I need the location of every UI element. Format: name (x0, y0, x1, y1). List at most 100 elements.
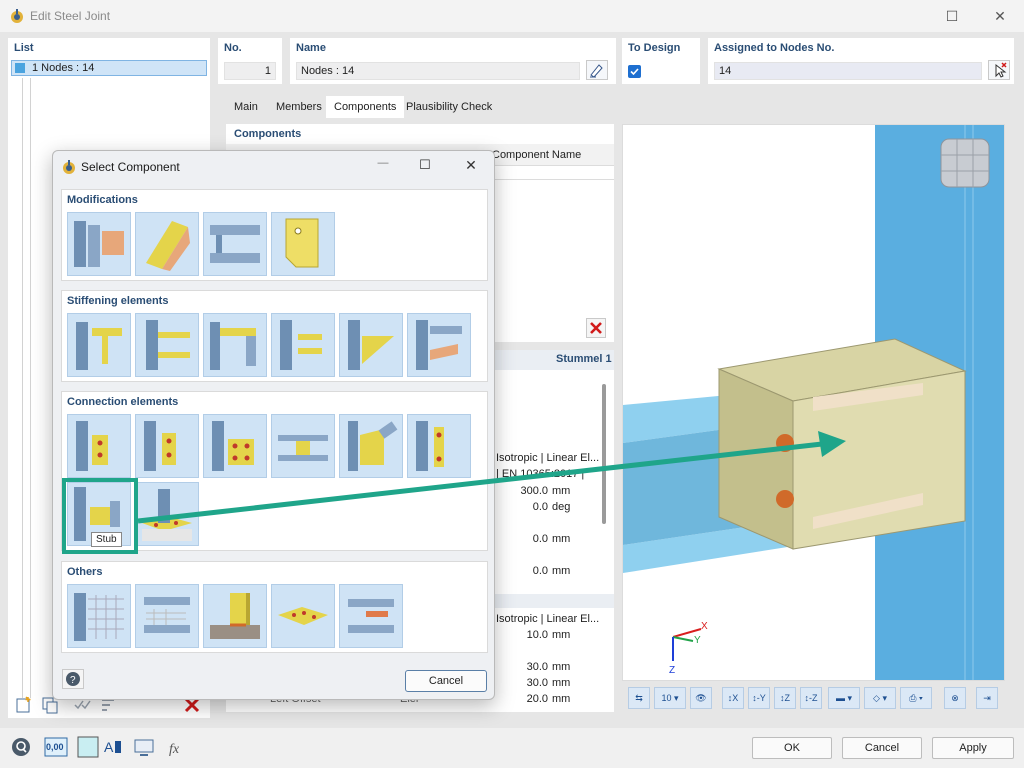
component-tile-web-stiffener[interactable] (135, 313, 199, 377)
title-bar: Edit Steel Joint ☐ ✕ (0, 0, 1024, 32)
dimension-unit: mm (552, 677, 571, 689)
tab-components[interactable]: Components (326, 96, 405, 118)
new-item-icon[interactable] (14, 695, 36, 715)
left-offset-value[interactable]: 20.0 (508, 693, 548, 705)
edit-name-button[interactable] (586, 60, 608, 80)
left-offset-unit: mm (552, 693, 571, 705)
maximize-button[interactable]: ☐ (940, 6, 964, 26)
assigned-nodes-field[interactable]: 14 (714, 62, 982, 80)
section-value: | EN 10365:2017 | (496, 468, 585, 480)
view-neg-z-icon[interactable]: ↕-Z (800, 687, 822, 709)
material-value: Isotropic | Linear El... (496, 452, 600, 464)
to-design-checkbox[interactable] (628, 65, 641, 78)
plate-material-value: Isotropic | Linear El... (496, 613, 600, 625)
offset-value[interactable]: 0.0 (508, 565, 548, 577)
cancel-button[interactable]: Cancel (842, 737, 922, 759)
component-tile-mesh[interactable] (67, 584, 131, 648)
component-tile-base-plate[interactable] (135, 482, 199, 546)
tab-members[interactable]: Members (268, 96, 330, 118)
rotation-unit: deg (552, 501, 571, 513)
zoom-level-value: 10 (661, 693, 672, 703)
details-title: Stummel 1 (556, 353, 612, 365)
dialog-title: Select Component (81, 160, 180, 174)
dimension-value[interactable]: 30.0 (508, 677, 548, 689)
reset-view-icon[interactable]: ⊗ (944, 687, 966, 709)
name-label: Name (296, 42, 326, 54)
component-tile-welded-plate[interactable] (203, 584, 267, 648)
component-tile-rib[interactable] (271, 313, 335, 377)
select-nodes-button[interactable] (988, 60, 1010, 80)
dialog-icon (63, 160, 75, 174)
visibility-icon[interactable]: 👁 (690, 687, 712, 709)
component-tile-gusset-plate[interactable] (339, 414, 403, 478)
component-tile-connector-plate[interactable] (271, 584, 335, 648)
dialog-minimize-button[interactable]: — (373, 157, 393, 175)
zoom-level-dropdown[interactable]: 10 ▾ (654, 687, 686, 709)
component-tile-cross-section[interactable] (135, 584, 199, 648)
svg-text:fx: fx (169, 742, 180, 757)
ok-button[interactable]: OK (752, 737, 832, 759)
color-icon[interactable] (76, 735, 100, 759)
tree-line (22, 78, 23, 698)
display-mode-icon[interactable]: ▬ ▾ (828, 687, 860, 709)
text-icon[interactable]: A (100, 735, 124, 759)
view-z-icon[interactable]: ↕Z (774, 687, 796, 709)
dimension-unit: mm (552, 661, 571, 673)
dimension-value[interactable]: 30.0 (508, 661, 548, 673)
dialog-close-button[interactable]: ✕ (461, 157, 481, 175)
name-field[interactable]: Nodes : 14 (296, 62, 580, 80)
component-tile-bracket[interactable] (407, 414, 471, 478)
name-panel: Name Nodes : 14 (290, 38, 616, 84)
component-tile-end-plate[interactable] (67, 212, 131, 276)
component-tile-angle-cleat[interactable] (135, 414, 199, 478)
group-title: Connection elements (67, 396, 179, 408)
stub-tooltip: Stub (91, 532, 122, 547)
rotation-value[interactable]: 0.0 (508, 501, 548, 513)
view-neg-y-icon[interactable]: ↕-Y (748, 687, 770, 709)
render-mode-icon[interactable]: ◇ ▾ (864, 687, 896, 709)
component-tile-backing-plate[interactable] (407, 313, 471, 377)
component-tile-haunch[interactable] (339, 313, 403, 377)
component-tile-member-cut[interactable] (203, 212, 267, 276)
3d-view[interactable]: X Y Z (622, 124, 1005, 681)
offset-unit: mm (552, 533, 571, 545)
length-value[interactable]: 300.0 (508, 485, 548, 497)
view-icon[interactable] (132, 735, 156, 759)
dialog-cancel-button[interactable]: Cancel (405, 670, 487, 692)
component-tile-opening[interactable] (271, 212, 335, 276)
app-icon (11, 9, 23, 23)
select-component-dialog: Select Component — ☐ ✕ Modifications Sti… (52, 150, 495, 700)
view-x-icon[interactable]: ↕X (722, 687, 744, 709)
tab-main[interactable]: Main (226, 96, 266, 118)
details-scrollbar[interactable] (602, 384, 606, 524)
svg-text:A: A (104, 739, 114, 755)
component-tile-double-beam[interactable] (339, 584, 403, 648)
axis-z-label: Z (669, 665, 676, 676)
offset-unit: mm (552, 565, 571, 577)
dialog-maximize-button[interactable]: ☐ (415, 157, 435, 175)
plate-thickness-value[interactable]: 10.0 (508, 629, 548, 641)
exit-view-icon[interactable]: ⇥ (976, 687, 998, 709)
print-icon[interactable]: ⎙ ▾ (900, 687, 932, 709)
search-icon[interactable] (9, 735, 33, 759)
to-design-panel: To Design (622, 38, 700, 84)
component-tile-fin-plate[interactable] (67, 414, 131, 478)
component-tile-plate-cut[interactable] (135, 212, 199, 276)
component-tile-splice[interactable] (271, 414, 335, 478)
help-icon[interactable]: ? (62, 669, 84, 689)
units-icon[interactable]: 0,00 (44, 735, 68, 759)
component-tile-column-stiffener[interactable] (203, 313, 267, 377)
no-field[interactable]: 1 (224, 62, 276, 80)
component-tile-end-plate-connection[interactable] (203, 414, 267, 478)
delete-component-icon[interactable] (586, 318, 606, 338)
formula-icon[interactable]: fx (166, 735, 190, 759)
tab-plausibility-check[interactable]: Plausibility Check (398, 96, 500, 118)
list-item[interactable]: 1 Nodes : 14 (11, 60, 207, 76)
view-select-icon[interactable]: ⇆ (628, 687, 650, 709)
svg-text:?: ? (70, 675, 76, 686)
component-tile-stiffener[interactable] (67, 313, 131, 377)
window-title: Edit Steel Joint (30, 9, 111, 23)
apply-button[interactable]: Apply (932, 737, 1014, 759)
close-button[interactable]: ✕ (988, 6, 1012, 26)
offset-value[interactable]: 0.0 (508, 533, 548, 545)
